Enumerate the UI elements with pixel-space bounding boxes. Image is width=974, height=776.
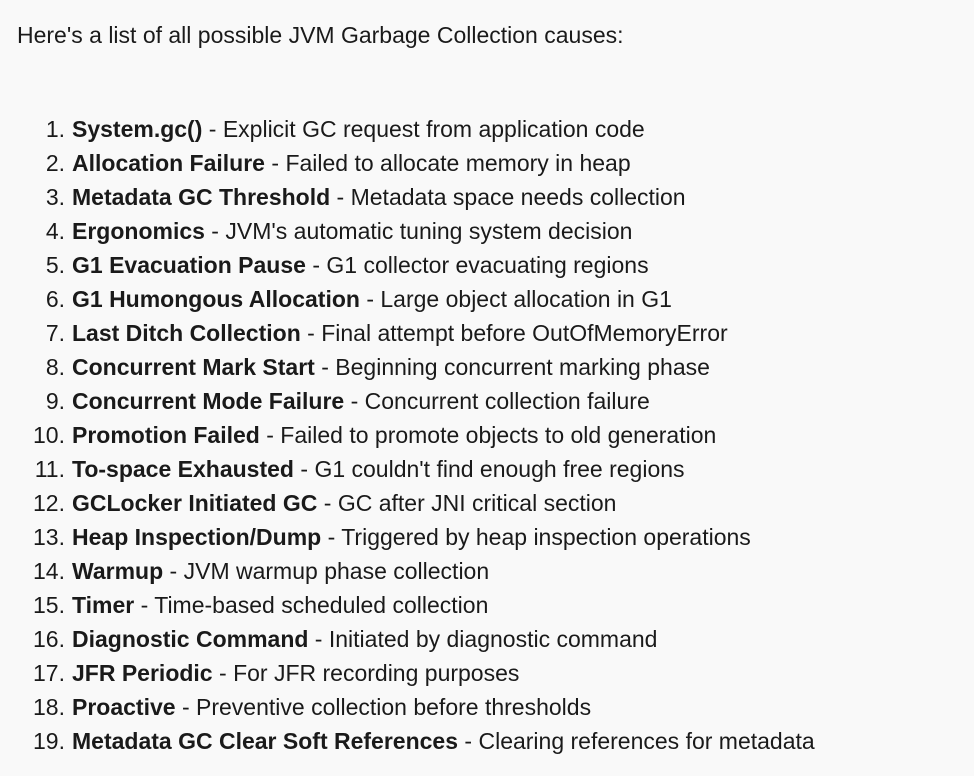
item-name: Last Ditch Collection xyxy=(72,320,301,346)
item-number: 4. xyxy=(45,218,65,244)
list-item: 2. Allocation Failure - Failed to allocat… xyxy=(0,148,974,182)
item-number: 2. xyxy=(45,150,65,176)
item-name: Timer xyxy=(72,592,135,618)
item-number: 18. xyxy=(33,694,65,720)
list-item: 6. G1 Humongous Allocation - Large object… xyxy=(0,284,974,318)
item-number: 7. xyxy=(45,320,65,346)
item-name: To-space Exhausted xyxy=(72,456,294,482)
item-number: 14. xyxy=(33,558,65,584)
item-separator: - xyxy=(458,728,479,754)
item-separator: - xyxy=(344,388,365,414)
list-item: 3. Metadata GC Threshold - Metadata space… xyxy=(0,182,974,216)
list-item: 11. To-space Exhausted - G1 couldn't find… xyxy=(0,454,974,488)
item-number: 1. xyxy=(45,116,65,142)
item-name: G1 Evacuation Pause xyxy=(72,252,306,278)
item-description: Failed to allocate memory in heap xyxy=(285,150,631,176)
item-number: 10. xyxy=(33,422,65,448)
item-description: Time-based scheduled collection xyxy=(154,592,489,618)
item-description: Concurrent collection failure xyxy=(364,388,650,414)
item-name: Warmup xyxy=(72,558,164,584)
intro-text: Here's a list of all possible JVM Garbag… xyxy=(17,22,624,48)
list-item: 14. Warmup - JVM warmup phase collection xyxy=(0,556,974,590)
item-name: JFR Periodic xyxy=(72,660,213,686)
item-separator: - xyxy=(305,252,327,278)
list-item: 17. JFR Periodic - For JFR recording purp… xyxy=(0,658,974,692)
item-description: Preventive collection before thresholds xyxy=(196,694,592,720)
item-name: Diagnostic Command xyxy=(72,626,309,652)
item-name: Concurrent Mark Start xyxy=(72,354,315,380)
list-item: 8. Concurrent Mark Start - Beginning conc… xyxy=(0,352,974,386)
item-name: Ergonomics xyxy=(72,218,205,244)
item-description: GC after JNI critical section xyxy=(337,490,617,516)
item-description: Metadata space needs collection xyxy=(350,184,686,210)
item-name: Proactive xyxy=(72,694,176,720)
list-item: 1. System.gc() - Explicit GC request from… xyxy=(0,114,974,148)
item-description: Beginning concurrent marking phase xyxy=(335,354,710,380)
item-separator: - xyxy=(300,320,322,346)
item-separator: - xyxy=(134,592,155,618)
item-number: 13. xyxy=(33,524,65,550)
item-description: Triggered by heap inspection operations xyxy=(341,524,751,550)
item-separator: - xyxy=(212,660,234,686)
item-description: Final attempt before OutOfMemoryError xyxy=(321,320,728,346)
list-item: 18. Proactive - Preventive collection bef… xyxy=(0,692,974,726)
item-name: Allocation Failure xyxy=(72,150,265,176)
item-number: 8. xyxy=(45,354,65,380)
item-separator: - xyxy=(321,524,342,550)
item-separator: - xyxy=(259,422,281,448)
list-item: 15. Timer - Time-based scheduled collecti… xyxy=(0,590,974,624)
item-number: 5. xyxy=(45,252,65,278)
item-description: JVM warmup phase collection xyxy=(183,558,490,584)
list-item: 4. Ergonomics - JVM's automatic tuning sy… xyxy=(0,216,974,250)
item-description: G1 collector evacuating regions xyxy=(326,252,649,278)
item-description: JVM's automatic tuning system decision xyxy=(225,218,633,244)
item-description: Large object allocation in G1 xyxy=(380,286,672,312)
item-name: GCLocker Initiated GC xyxy=(72,490,318,516)
item-number: 17. xyxy=(33,660,65,686)
item-separator: - xyxy=(308,626,329,652)
item-number: 11. xyxy=(34,456,65,482)
item-name: Metadata GC Threshold xyxy=(72,184,331,210)
item-name: G1 Humongous Allocation xyxy=(72,286,360,312)
list-item: 16. Diagnostic Command - Initiated by dia… xyxy=(0,624,974,658)
item-number: 15. xyxy=(33,592,65,618)
gc-causes-list: 1. System.gc() - Explicit GC request from… xyxy=(0,114,974,760)
message-content: Here's a list of all possible JVM Garbag… xyxy=(0,0,974,776)
item-description: G1 couldn't find enough free regions xyxy=(314,456,685,482)
list-item: 10. Promotion Failed - Failed to promote … xyxy=(0,420,974,454)
item-separator: - xyxy=(264,150,286,176)
item-number: 12. xyxy=(33,490,65,516)
list-item: 19. Metadata GC Clear Soft References - C… xyxy=(0,726,974,760)
item-description: For JFR recording purposes xyxy=(233,660,520,686)
item-name: Metadata GC Clear Soft References xyxy=(72,728,459,754)
item-description: Initiated by diagnostic command xyxy=(328,626,658,652)
item-separator: - xyxy=(330,184,351,210)
item-description: Failed to promote objects to old generat… xyxy=(280,422,717,448)
item-name: Concurrent Mode Failure xyxy=(72,388,345,414)
item-number: 9. xyxy=(45,388,65,414)
item-number: 16. xyxy=(33,626,65,652)
item-number: 19. xyxy=(33,728,65,754)
item-separator: - xyxy=(317,490,338,516)
list-item: 5. G1 Evacuation Pause - G1 collector eva… xyxy=(0,250,974,284)
item-separator: - xyxy=(175,694,197,720)
item-name: System.gc() xyxy=(72,116,203,142)
item-number: 6. xyxy=(45,286,65,312)
item-description: Explicit GC request from application cod… xyxy=(222,116,645,142)
list-item: 12. GCLocker Initiated GC - GC after JNI … xyxy=(0,488,974,522)
item-description: Clearing references for metadata xyxy=(478,728,815,754)
item-number: 3. xyxy=(45,184,65,210)
item-separator: - xyxy=(202,116,223,142)
list-item: 13. Heap Inspection/Dump - Triggered by h… xyxy=(0,522,974,556)
item-separator: - xyxy=(163,558,184,584)
list-item: 9. Concurrent Mode Failure - Concurrent c… xyxy=(0,386,974,420)
item-name: Heap Inspection/Dump xyxy=(72,524,322,550)
item-name: Promotion Failed xyxy=(72,422,260,448)
list-item: 7. Last Ditch Collection - Final attempt … xyxy=(0,318,974,352)
item-separator: - xyxy=(359,286,381,312)
item-separator: - xyxy=(204,218,226,244)
item-separator: - xyxy=(314,354,336,380)
item-separator: - xyxy=(293,456,315,482)
